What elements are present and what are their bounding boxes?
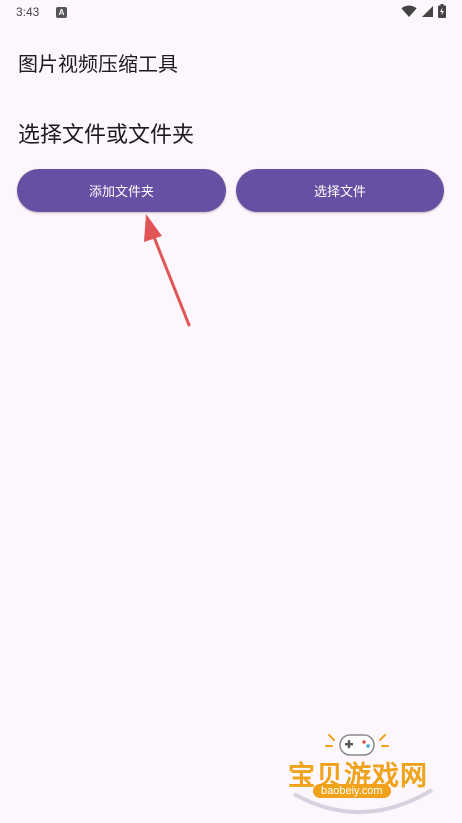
section-heading: 选择文件或文件夹 — [18, 122, 195, 147]
status-time: 3:43 — [16, 5, 40, 19]
notification-app-icon: A — [56, 7, 67, 18]
status-bar: 3:43 A — [0, 0, 462, 28]
app-title: 图片视频压缩工具 — [18, 54, 178, 76]
wifi-icon — [401, 5, 417, 17]
watermark-url: baobeiy.com — [313, 784, 391, 798]
battery-icon — [438, 4, 446, 18]
select-file-button[interactable]: 选择文件 — [236, 169, 444, 212]
status-icons — [401, 4, 446, 18]
add-folder-button[interactable]: 添加文件夹 — [17, 169, 226, 212]
signal-icon — [422, 5, 433, 17]
watermark-logo: 宝贝游戏网 baobeiy.com — [282, 724, 442, 819]
